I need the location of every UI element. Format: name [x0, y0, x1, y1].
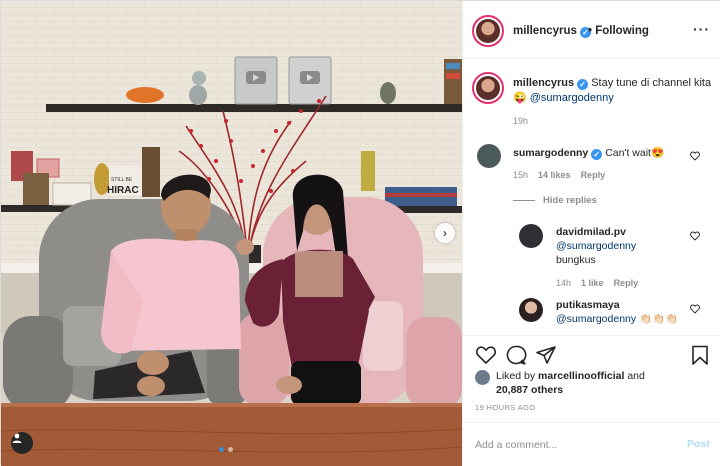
reply-button[interactable]: Reply — [614, 278, 639, 288]
bookmark-icon[interactable] — [689, 344, 711, 366]
svg-text:HIRAC: HIRAC — [107, 185, 139, 196]
likes-prefix: Liked by — [496, 370, 536, 382]
comment-bubble-icon[interactable] — [505, 344, 527, 366]
add-comment-bar: Post — [463, 422, 720, 466]
verified-badge-icon: ✓ — [577, 79, 589, 90]
likes-text: Liked by marcellinoofficial and 20,887 o… — [496, 369, 696, 397]
follow-status-text[interactable]: Following — [595, 25, 649, 37]
liker-username[interactable]: marcellinoofficial — [538, 370, 624, 382]
verified-badge-icon: ✓ — [591, 149, 603, 160]
reply-username[interactable]: putikasmaya — [556, 299, 620, 311]
reply-mention[interactable]: @sumargodenny — [556, 240, 636, 252]
person-icon — [12, 433, 22, 443]
reply-time[interactable]: 14h — [556, 278, 571, 288]
chevron-right-icon: › — [443, 226, 447, 240]
comment-meta: 15h 14 likes Reply — [513, 170, 615, 180]
reply-likes[interactable]: 1 like — [581, 278, 604, 288]
reply-mention[interactable]: @sumargodenny — [556, 313, 636, 325]
follow-status[interactable]: • Following — [588, 25, 649, 37]
reply-text: bungkus — [556, 254, 596, 266]
caption-text: Stay tune di channel kita — [591, 77, 712, 89]
comment-time[interactable]: 15h — [513, 170, 528, 180]
photo-scene: STILL BE HIRAC — [1, 1, 462, 466]
comments-list[interactable]: millencyrus ✓ Stay tune di channel kita😜 … — [463, 60, 720, 335]
reply-username[interactable]: davidmilad.pv — [556, 226, 626, 238]
likes-joiner: and — [627, 370, 645, 382]
next-photo-button[interactable]: › — [435, 223, 455, 243]
comment-emoji: 😍 — [650, 147, 665, 159]
reply-avatar[interactable] — [519, 298, 543, 322]
divider-line — [513, 200, 535, 201]
carousel-dot — [219, 447, 224, 452]
post-timestamp[interactable]: 19 HOURS AGO — [475, 403, 536, 412]
carousel-dots — [219, 447, 233, 452]
comment-avatar[interactable] — [477, 144, 501, 168]
caption-mention[interactable]: @sumargodenny — [530, 92, 614, 104]
user-tags-button[interactable] — [11, 432, 33, 454]
liker-avatar[interactable] — [475, 370, 490, 385]
hide-replies-button[interactable]: Hide replies — [513, 195, 597, 206]
action-bar — [463, 335, 720, 371]
comment-body: sumargodenny ✓ Can't wait😍 — [513, 146, 693, 160]
heart-icon[interactable] — [690, 304, 700, 314]
comment-username[interactable]: sumargodenny — [513, 147, 588, 159]
caption-time[interactable]: 19h — [513, 116, 528, 126]
owner-username-text[interactable]: millencyrus — [513, 25, 577, 37]
caption-emoji: 😜 — [513, 92, 527, 104]
owner-avatar[interactable] — [472, 15, 504, 47]
caption-meta: 19h — [513, 116, 538, 126]
likes-others-count[interactable]: 20,887 others — [496, 384, 563, 396]
reply-avatar[interactable] — [519, 224, 543, 248]
heart-icon[interactable] — [690, 151, 700, 161]
add-comment-input[interactable] — [475, 435, 665, 455]
comment-text: Can't wait — [605, 147, 651, 159]
svg-text:STILL BE: STILL BE — [111, 177, 133, 183]
carousel-dot — [228, 447, 233, 452]
reply-text: 👏🏻👏🏻👏🏻 — [639, 313, 679, 325]
share-paper-plane-icon[interactable] — [535, 344, 557, 366]
reply-meta: 14h 1 like Reply — [556, 278, 648, 288]
owner-username[interactable]: millencyrus ✓ — [513, 25, 591, 38]
reply-button[interactable]: Reply — [581, 170, 606, 180]
post-side-panel: millencyrus ✓ • Following ··· millencyrus… — [462, 1, 720, 466]
comment-likes[interactable]: 14 likes — [538, 170, 571, 180]
hide-replies-label[interactable]: Hide replies — [543, 195, 597, 206]
caption-avatar[interactable] — [472, 72, 504, 104]
post-photo[interactable]: STILL BE HIRAC › — [1, 1, 462, 466]
post-comment-button[interactable]: Post — [687, 438, 710, 450]
like-heart-icon[interactable] — [475, 344, 497, 366]
more-options-icon[interactable]: ··· — [693, 21, 710, 37]
reply-body: davidmilad.pv @sumargodenny bungkus — [556, 225, 696, 267]
caption: millencyrus ✓ Stay tune di channel kita😜 … — [513, 76, 713, 106]
reply-body: putikasmaya @sumargodenny 👏🏻👏🏻👏🏻 — [556, 298, 696, 326]
post-modal: STILL BE HIRAC › millencyrus ✓ • Followi… — [0, 0, 720, 466]
post-header: millencyrus ✓ • Following ··· — [463, 1, 720, 59]
heart-icon[interactable] — [690, 231, 700, 241]
caption-username[interactable]: millencyrus — [513, 77, 574, 89]
